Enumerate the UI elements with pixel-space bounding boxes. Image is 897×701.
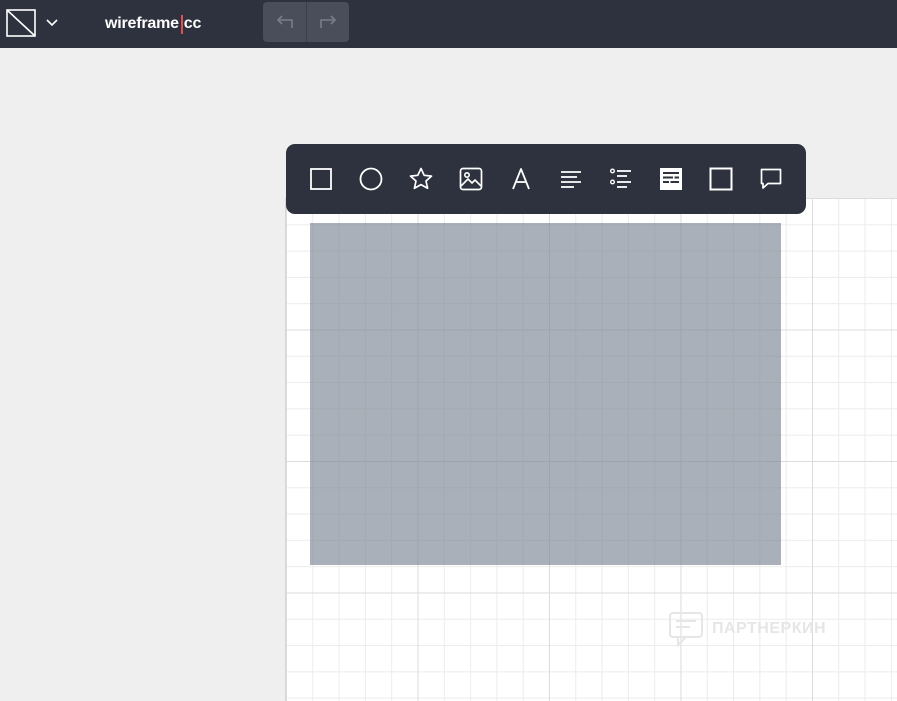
redo-arrow-icon (320, 15, 337, 28)
text-lines-icon (561, 171, 581, 188)
paragraph-tool-button[interactable] (546, 154, 596, 204)
image-tool-button[interactable] (446, 154, 496, 204)
text-block-tool-button[interactable] (646, 154, 696, 204)
list-tool-button[interactable] (596, 154, 646, 204)
comment-tool-button[interactable] (746, 154, 796, 204)
top-bar: wireframe cc (0, 0, 897, 48)
chevron-down-icon (46, 19, 58, 27)
undo-arrow-icon (276, 15, 293, 28)
bullet-list-icon (610, 168, 631, 188)
image-icon (459, 167, 483, 191)
circle-outline-icon (359, 167, 383, 191)
text-tool-button[interactable] (496, 154, 546, 204)
redo-button[interactable] (306, 2, 349, 42)
star-outline-icon (409, 167, 433, 190)
selected-rectangle-shape[interactable] (310, 223, 781, 565)
undo-button[interactable] (263, 2, 306, 42)
ellipse-tool-button[interactable] (346, 154, 396, 204)
speech-bubble-icon (760, 168, 782, 189)
square-outline-icon (310, 168, 332, 190)
logo-text-left: wireframe (105, 15, 179, 32)
watermark-text: ПАРТНЕРКИН (712, 620, 827, 637)
icon-tool-button[interactable] (396, 154, 446, 204)
frame-tool-button[interactable] (696, 154, 746, 204)
app-logo[interactable]: wireframe cc (105, 12, 201, 36)
watermark: ПАРТНЕРКИН (668, 611, 826, 647)
filled-block-icon (660, 168, 682, 190)
history-controls (263, 2, 349, 42)
document-outline-icon (6, 9, 36, 37)
rectangle-tool-button[interactable] (296, 154, 346, 204)
chat-bubble-logo-icon (669, 612, 703, 647)
logo-cursor-mark (180, 14, 183, 34)
document-menu-button[interactable] (6, 8, 66, 38)
letter-a-icon (512, 168, 530, 190)
shape-toolbar (286, 144, 806, 214)
logo-text-right: cc (183, 15, 202, 32)
frame-square-icon (709, 167, 733, 191)
